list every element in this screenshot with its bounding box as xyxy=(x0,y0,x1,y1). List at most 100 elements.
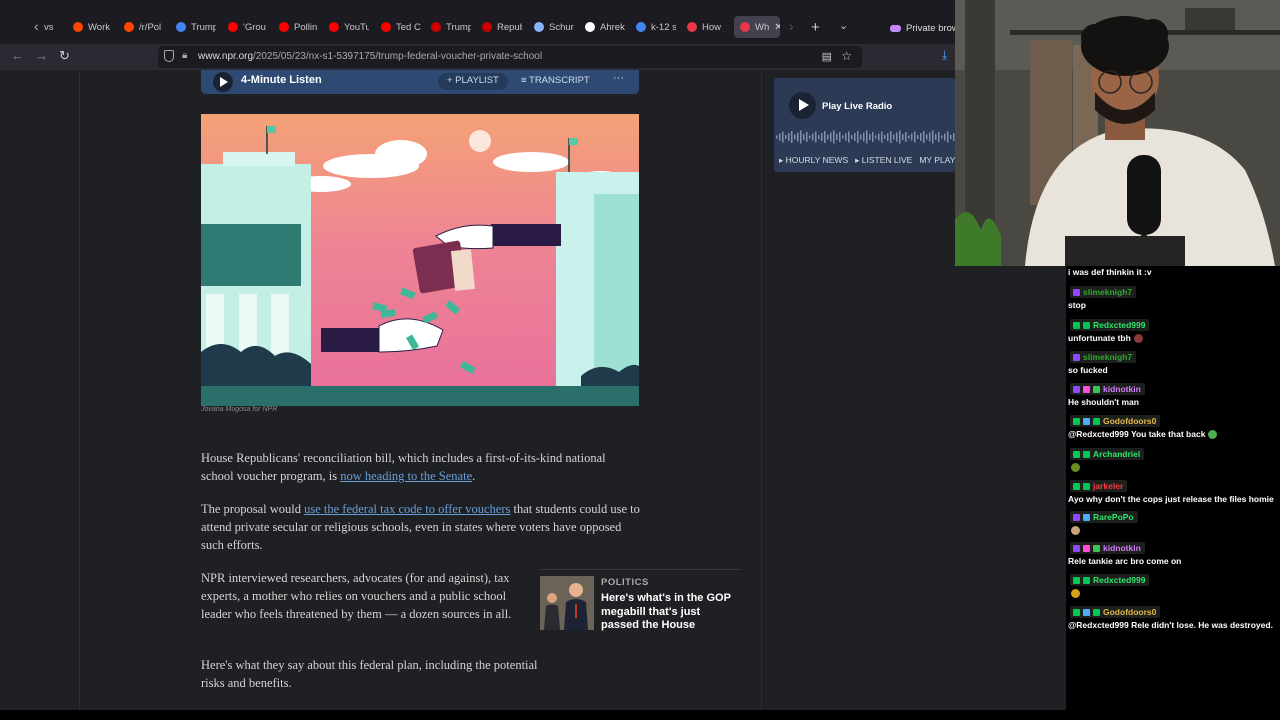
tab-label: Trump xyxy=(446,21,471,33)
browser-tab[interactable]: k-12 s xyxy=(636,16,676,38)
chat-badge-icon xyxy=(1073,576,1080,584)
tab-label: /r/Pol xyxy=(139,21,162,33)
transcript-button[interactable]: ≡ TRANSCRIPT xyxy=(521,75,590,86)
chat-username[interactable]: Godofdoors0 xyxy=(1103,416,1156,426)
chat-user-chip[interactable]: RarePoPo xyxy=(1070,511,1138,523)
reader-view-icon[interactable]: ▤ xyxy=(822,50,832,63)
close-tab-icon[interactable]: ✕ xyxy=(774,22,780,33)
chat-badge-icon xyxy=(1073,417,1080,425)
radio-link[interactable]: ▸ HOURLY NEWS xyxy=(779,155,848,166)
chat-message: Godofdoors0 @Redxcted999 Rele didn't lose… xyxy=(1068,606,1278,630)
chat-user-chip[interactable]: Godofdoors0 xyxy=(1070,415,1161,427)
more-options-button[interactable]: ··· xyxy=(613,72,624,84)
article-paragraph-3: NPR interviewed researchers, advocates (… xyxy=(201,571,512,621)
lock-icon[interactable]: 🔒︎ xyxy=(182,50,187,61)
chat-username[interactable]: RarePoPo xyxy=(1093,512,1134,522)
playlist-button[interactable]: + PLAYLIST xyxy=(438,73,508,90)
browser-tab[interactable]: How xyxy=(687,16,721,38)
browser-tab[interactable]: YouTu xyxy=(329,16,369,38)
chat-message: RarePoPo xyxy=(1068,511,1278,536)
chat-text: Ayo why don't the cops just release the … xyxy=(1068,494,1274,504)
download-icon[interactable]: ⤓ xyxy=(942,48,947,63)
url-bar[interactable]: 🔒︎ www.npr.org/2025/05/23/nx-s1-5397175/… xyxy=(158,46,862,68)
chat-user-chip[interactable]: slimeknigh7 xyxy=(1070,286,1137,298)
chat-user-chip[interactable]: kidnotkin xyxy=(1070,542,1145,554)
tab-favicon-icon xyxy=(73,22,83,32)
chat-user-chip[interactable]: jarkeler xyxy=(1070,480,1128,492)
chat-user-chip[interactable]: Redxcted999 xyxy=(1070,574,1150,586)
chat-username[interactable]: kidnotkin xyxy=(1103,384,1141,394)
radio-play-button[interactable] xyxy=(789,92,816,119)
reload-button[interactable]: ↻ xyxy=(59,48,70,64)
related-thumbnail-art xyxy=(540,576,594,630)
radio-label[interactable]: Play Live Radio xyxy=(822,101,892,112)
chat-text: i was def thinkin it :v xyxy=(1068,267,1152,277)
browser-tab[interactable]: /r/Pol xyxy=(124,16,161,38)
chat-username[interactable]: slimeknigh7 xyxy=(1083,352,1132,362)
chat-user-chip[interactable]: slimeknigh7 xyxy=(1070,351,1137,363)
chat-username[interactable]: Archandriel xyxy=(1093,449,1140,459)
radio-link[interactable]: ▸ LISTEN LIVE xyxy=(855,155,912,166)
chat-badge-icon xyxy=(1073,608,1080,616)
senate-link[interactable]: now heading to the Senate xyxy=(340,469,472,483)
browser-tab[interactable]: Trump xyxy=(431,16,471,38)
related-story-title[interactable]: Here's what's in the GOP megabill that's… xyxy=(601,592,739,633)
browser-tab[interactable]: Ted C xyxy=(381,16,421,38)
chat-username[interactable]: slimeknigh7 xyxy=(1083,287,1132,297)
bookmark-star-icon[interactable]: ☆ xyxy=(841,49,852,63)
browser-tab[interactable]: Ahrek xyxy=(585,16,625,38)
chat-user-chip[interactable]: Redxcted999 xyxy=(1070,319,1150,331)
browser-tab[interactable]: Wh ✕ xyxy=(734,16,780,38)
tab-label: Pollin xyxy=(294,21,318,33)
chat-username[interactable]: Redxcted999 xyxy=(1093,575,1145,585)
hero-illustration xyxy=(201,114,639,406)
chat-message: slimeknigh7 stop xyxy=(1068,286,1278,310)
image-credit: Jovana Mugosa for NPR xyxy=(201,406,278,413)
back-button[interactable]: ← xyxy=(11,48,24,63)
browser-tab[interactable]: vs xyxy=(44,16,54,38)
chat-badge-icon xyxy=(1073,450,1080,458)
chat-badge-icon xyxy=(1083,321,1090,329)
radio-link[interactable]: MY PLAYL xyxy=(919,155,955,166)
browser-tab[interactable]: Repub xyxy=(482,16,522,38)
forward-button[interactable]: → xyxy=(35,48,48,63)
chat-message: jarkeler Ayo why don't the cops just rele… xyxy=(1068,480,1278,504)
related-story[interactable]: POLITICS Here's what's in the GOP megabi… xyxy=(540,569,741,631)
hero-illustration-art xyxy=(201,114,639,406)
chat-text: He shouldn't man xyxy=(1068,397,1139,407)
chat-user-chip[interactable]: Archandriel xyxy=(1070,448,1145,460)
audio-waveform-icon xyxy=(776,130,955,144)
chevron-right-icon[interactable]: › xyxy=(789,18,794,34)
new-tab-button[interactable]: + xyxy=(811,19,820,36)
chat-emote-icon xyxy=(1071,589,1080,599)
chat-emote-icon xyxy=(1133,334,1143,344)
related-story-thumbnail[interactable] xyxy=(540,576,594,630)
chevron-left-icon[interactable]: ‹ xyxy=(34,18,39,34)
browser-tab[interactable]: Schun xyxy=(534,16,574,38)
chat-emote-icon xyxy=(1071,526,1080,536)
chat-username[interactable]: Godofdoors0 xyxy=(1103,607,1156,617)
chat-message: Redxcted999 xyxy=(1068,574,1278,599)
url-text[interactable]: www.npr.org/2025/05/23/nx-s1-5397175/tru… xyxy=(198,51,542,62)
tab-label: vs xyxy=(44,21,54,33)
chat-user-chip[interactable]: Godofdoors0 xyxy=(1070,606,1161,618)
tab-list-icon[interactable]: ⌄ xyxy=(839,19,848,32)
browser-tab[interactable]: 'Grou xyxy=(228,16,266,38)
chat-username[interactable]: kidnotkin xyxy=(1103,543,1141,553)
tab-favicon-icon xyxy=(381,22,391,32)
tab-favicon-icon xyxy=(228,22,238,32)
tab-favicon-icon xyxy=(431,22,441,32)
chat-text: stop xyxy=(1068,300,1086,310)
chat-message: Archandriel xyxy=(1068,448,1278,473)
chat-text: @Redxcted999 Rele didn't lose. He was de… xyxy=(1068,620,1273,630)
chat-username[interactable]: Redxcted999 xyxy=(1093,320,1145,330)
chat-user-chip[interactable]: kidnotkin xyxy=(1070,383,1145,395)
chat-username[interactable]: jarkeler xyxy=(1093,481,1123,491)
audio-play-button[interactable] xyxy=(213,72,233,92)
chat-badge-icon xyxy=(1073,288,1080,296)
browser-tab[interactable]: Trump xyxy=(176,16,216,38)
browser-tab[interactable]: Work xyxy=(73,16,110,38)
browser-tab[interactable]: Pollin xyxy=(279,16,317,38)
tax-code-link[interactable]: use the federal tax code to offer vouche… xyxy=(304,502,510,516)
shield-icon[interactable] xyxy=(164,50,174,62)
